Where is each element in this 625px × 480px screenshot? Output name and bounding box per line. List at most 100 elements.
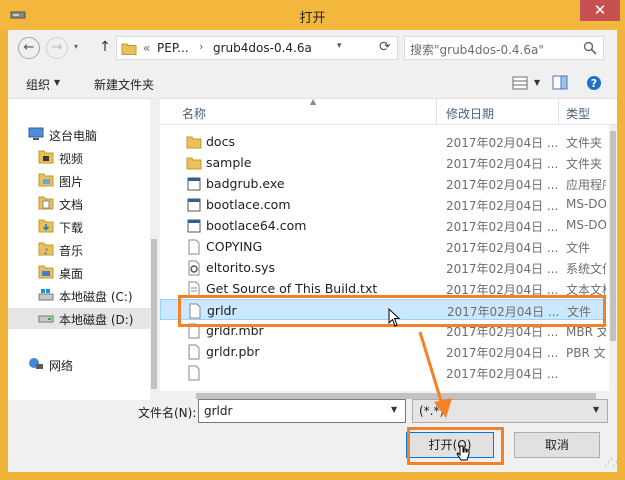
filename-value: grldr [204, 404, 233, 418]
exe-icon [187, 219, 201, 233]
file-name: grldr.mbr [206, 323, 264, 338]
column-header-name[interactable]: 名称 [182, 105, 206, 122]
help-icon[interactable]: ? [586, 75, 602, 91]
forward-arrow-icon[interactable]: → [46, 37, 68, 59]
sidebar-item-this-pc[interactable]: 这台电脑 [8, 124, 150, 145]
navigation-pane: 这台电脑 视频 图片 文档 下载 ♪ 音乐 桌面 本地磁盘 (C:) 本地磁盘 … [8, 98, 158, 401]
new-folder-button[interactable]: 新建文件夹 [94, 76, 154, 93]
folder-desktop-icon [38, 265, 54, 279]
filename-input[interactable]: grldr ▼ [198, 399, 406, 423]
file-icon [188, 239, 200, 255]
file-icon [188, 323, 200, 339]
address-dropdown-icon[interactable]: ▾ [337, 41, 342, 51]
preview-pane-icon[interactable] [552, 75, 568, 90]
sidebar-item-label: 网络 [49, 359, 74, 373]
column-divider[interactable] [436, 99, 437, 125]
svg-text:♪: ♪ [43, 247, 48, 256]
file-row[interactable]: COPYING 2017年02月04日 ... 文件 [160, 236, 606, 257]
back-arrow-icon[interactable]: ← [18, 37, 40, 59]
refresh-icon[interactable]: ⟳ [379, 39, 391, 55]
sidebar-item-label: 音乐 [59, 244, 84, 258]
sidebar-item-downloads[interactable]: 下载 [8, 216, 150, 237]
sidebar-item-pictures[interactable]: 图片 [8, 170, 150, 191]
sidebar-item-documents[interactable]: 文档 [8, 193, 150, 214]
file-row[interactable]: grldr.mbr 2017年02月04日 ... MBR 文件 [160, 320, 606, 341]
filename-label: 文件名(N): [138, 406, 197, 420]
file-date: 2017年02月04日 ... [446, 241, 559, 255]
column-headers: ▲ 名称 修改日期 类型 [160, 99, 617, 125]
sidebar-item-videos[interactable]: 视频 [8, 147, 150, 168]
file-name: eltorito.sys [206, 260, 276, 275]
sidebar-item-desktop[interactable]: 桌面 [8, 262, 150, 283]
file-name: Get Source of This Build.txt [206, 281, 378, 296]
sidebar-item-music[interactable]: ♪ 音乐 [8, 239, 150, 260]
text-file-icon [188, 281, 200, 297]
organize-dropdown-icon[interactable]: ▼ [54, 78, 60, 87]
column-header-date[interactable]: 修改日期 [446, 105, 494, 122]
sidebar-item-drive-c[interactable]: 本地磁盘 (C:) [8, 285, 150, 306]
file-type: 文件 [566, 241, 591, 255]
sidebar-item-network[interactable]: 网络 [8, 354, 150, 375]
breadcrumb-overflow[interactable]: « [143, 41, 150, 55]
column-header-type[interactable]: 类型 [566, 105, 590, 122]
file-type-filter[interactable]: (*.*) ▼ [412, 399, 608, 423]
sidebar-item-label: 这台电脑 [49, 129, 98, 143]
cancel-button[interactable]: 取消 [514, 432, 600, 458]
file-row[interactable]: bootlace64.com 2017年02月04日 ... MS-DOS [160, 215, 606, 236]
organize-button[interactable]: 组织 [26, 76, 50, 93]
file-row[interactable]: eltorito.sys 2017年02月04日 ... 系统文件 [160, 257, 606, 278]
sidebar-scrollbar[interactable] [150, 99, 158, 401]
folder-pictures-icon [38, 173, 54, 187]
filter-dropdown-icon[interactable]: ▼ [593, 405, 599, 414]
resize-grip-icon[interactable]: ⋰⋰ [604, 458, 621, 468]
file-list-pane: ▲ 名称 修改日期 类型 docs 2017年02月04日 ... 文件夹 sa… [160, 98, 617, 400]
sidebar-scrollbar-thumb[interactable] [151, 239, 157, 389]
search-input[interactable]: 搜索"grub4dos-0.4.6a" [404, 36, 604, 60]
file-date: 2017年02月04日 ... [446, 367, 559, 381]
breadcrumb-separator[interactable]: › [199, 40, 203, 53]
recent-locations-chevron-icon[interactable]: ▾ [70, 41, 82, 53]
address-bar[interactable]: « PEP... › grub4dos-0.4.6a ▾ ⟳ [116, 36, 398, 60]
view-dropdown-icon[interactable]: ▼ [534, 78, 540, 87]
drive-c-icon [38, 289, 54, 301]
file-row-selected[interactable]: grldr 2017年02月04日 ... 文件 [160, 299, 606, 320]
folder-icon [186, 136, 202, 149]
file-name: grldr [207, 303, 237, 318]
title-bar[interactable]: 打开 ✕ [0, 0, 625, 30]
file-row[interactable]: bootlace.com 2017年02月04日 ... MS-DOS [160, 194, 606, 215]
network-icon [29, 358, 43, 369]
column-divider[interactable] [558, 99, 559, 125]
file-row-partial[interactable]: 2017年02月04日 ... [160, 362, 606, 391]
file-name: bootlace64.com [206, 218, 307, 233]
file-type: 文件夹 [566, 157, 603, 171]
file-type: 文本文档 [566, 283, 606, 297]
file-type: 系统文件 [566, 262, 606, 276]
sidebar-item-label: 视频 [59, 152, 84, 166]
breadcrumb-parent[interactable]: PEP... [157, 41, 189, 55]
sidebar-item-drive-d[interactable]: 本地磁盘 (D:) [8, 308, 150, 329]
folder-icon [121, 43, 137, 55]
file-row[interactable]: sample 2017年02月04日 ... 文件夹 [160, 152, 606, 173]
file-row[interactable]: docs 2017年02月04日 ... 文件夹 [160, 131, 606, 152]
window-title: 打开 [299, 11, 326, 26]
file-row[interactable]: Get Source of This Build.txt 2017年02月04日… [160, 278, 606, 299]
filename-dropdown-icon[interactable]: ▼ [391, 405, 397, 414]
file-type: 文件夹 [566, 136, 603, 150]
breadcrumb-current[interactable]: grub4dos-0.4.6a [213, 41, 312, 55]
view-options-icon[interactable] [512, 76, 528, 90]
dialog-body: ← → ▾ ↑ « PEP... › grub4dos-0.4.6a ▾ ⟳ 搜… [8, 30, 621, 472]
exe-icon [187, 177, 201, 191]
file-row[interactable]: grldr.pbr 2017年02月04日 ... PBR 文件 [160, 341, 606, 362]
open-button[interactable]: 打开(O) [406, 432, 494, 458]
file-list-vertical-scrollbar[interactable] [609, 125, 617, 400]
close-button[interactable]: ✕ [580, 0, 620, 21]
folder-download-icon [38, 219, 54, 233]
up-arrow-icon[interactable]: ↑ [94, 37, 116, 59]
folder-icon [186, 157, 202, 170]
search-placeholder: 搜索"grub4dos-0.4.6a" [410, 43, 544, 57]
search-icon[interactable] [583, 41, 597, 55]
vertical-scrollbar-thumb[interactable] [610, 131, 616, 341]
file-row[interactable]: badgrub.exe 2017年02月04日 ... 应用程序 [160, 173, 606, 194]
folder-music-icon: ♪ [38, 242, 54, 256]
file-date: 2017年02月04日 ... [446, 199, 559, 213]
